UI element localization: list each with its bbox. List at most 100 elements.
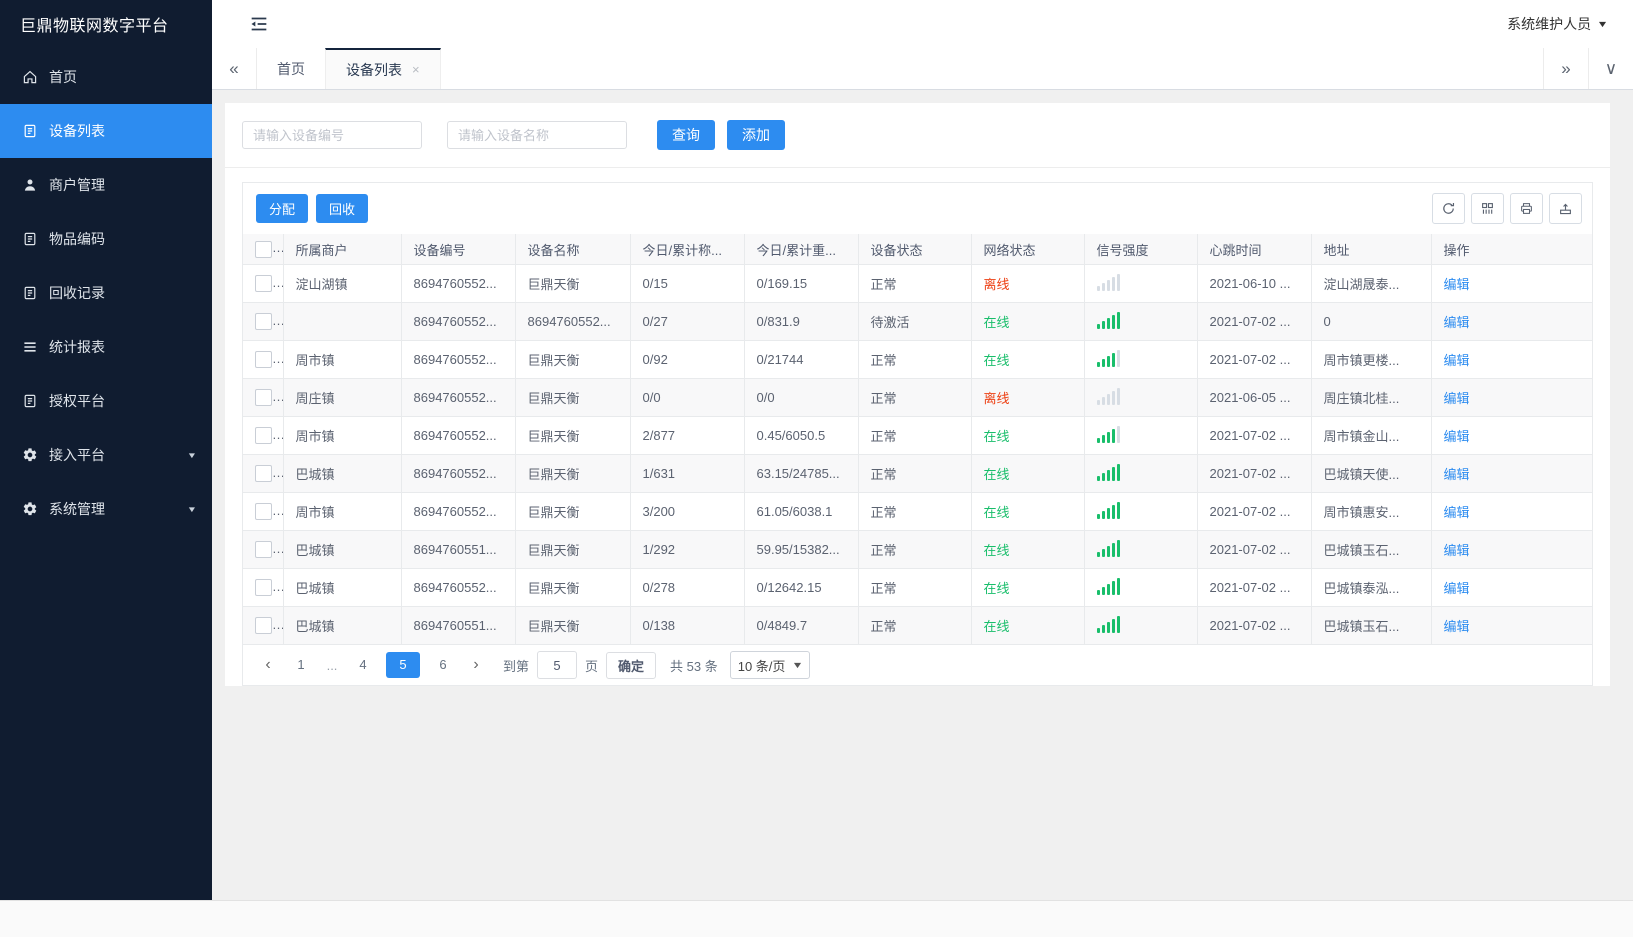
sidebar-item-1[interactable]: 首页 xyxy=(0,50,212,104)
edit-link[interactable]: 编辑 xyxy=(1444,505,1470,520)
sidebar-item-7[interactable]: 授权平台 xyxy=(0,374,212,428)
column-header-2[interactable]: 设备名称 xyxy=(515,234,631,265)
column-header-9[interactable]: 地址 xyxy=(1311,234,1432,265)
table-body: 淀山湖镇 8694760552... 巨鼎天衡 0/15 0/169.15 正常 离线 202… xyxy=(243,264,1592,645)
confirm-button[interactable]: 确定 xyxy=(606,651,657,679)
export-icon-button[interactable] xyxy=(1549,193,1582,224)
row-checkbox[interactable] xyxy=(255,351,272,369)
query-button[interactable]: 查询 xyxy=(657,120,715,150)
sidebar-item-5[interactable]: 回收记录 xyxy=(0,266,212,320)
print-icon-button[interactable] xyxy=(1510,193,1543,224)
row-checkbox[interactable] xyxy=(255,617,272,635)
sidebar-item-3[interactable]: 商户管理 xyxy=(0,158,212,212)
cell-device-name: 巨鼎天衡 xyxy=(515,340,631,379)
table-row: 8694760552... 8694760552... 0/27 0/831.9 待激活… xyxy=(243,302,1592,341)
row-checkbox[interactable] xyxy=(255,541,272,559)
row-checkbox[interactable] xyxy=(255,313,272,331)
chevron-down-icon: ▼ xyxy=(186,504,198,514)
column-header-0[interactable]: 所属商户 xyxy=(283,234,402,265)
edit-link[interactable]: 编辑 xyxy=(1444,581,1470,596)
device-no-input[interactable] xyxy=(242,121,422,149)
next-page-button[interactable]: › xyxy=(463,652,489,678)
page-button-5[interactable]: 5 xyxy=(386,652,420,678)
chevron-down-icon: ▼ xyxy=(186,450,198,460)
edit-link[interactable]: 编辑 xyxy=(1444,277,1470,292)
tabs-scroll-left-button[interactable]: « xyxy=(212,48,257,89)
cell-device-status: 正常 xyxy=(858,340,972,379)
sidebar-item-6[interactable]: 统计报表 xyxy=(0,320,212,374)
cell-device-no: 8694760552... xyxy=(401,568,516,607)
cell-heartbeat: 2021-07-02 ... xyxy=(1197,416,1312,455)
cell-today-weight: 61.05/6038.1 xyxy=(744,492,859,531)
row-checkbox[interactable] xyxy=(255,389,272,407)
tab-device-list[interactable]: 设备列表 × xyxy=(325,48,441,89)
tabs-scroll-right-button[interactable]: » xyxy=(1543,48,1588,89)
recycle-button[interactable]: 回收 xyxy=(316,194,369,223)
column-header-3[interactable]: 今日/累计称... xyxy=(630,234,745,265)
cell-address: 淀山湖晟泰... xyxy=(1311,264,1432,303)
cell-merchant: 周庄镇 xyxy=(283,378,402,417)
columns-icon-button[interactable] xyxy=(1471,193,1504,224)
cell-signal xyxy=(1084,492,1198,531)
cell-today-weight: 0/21744 xyxy=(744,340,859,379)
row-checkbox[interactable] xyxy=(255,503,272,521)
column-header-5[interactable]: 设备状态 xyxy=(858,234,972,265)
cell-device-status: 正常 xyxy=(858,416,972,455)
cell-today-count: 1/292 xyxy=(630,530,745,569)
sidebar-item-4[interactable]: 物品编码 xyxy=(0,212,212,266)
edit-link[interactable]: 编辑 xyxy=(1444,467,1470,482)
edit-link[interactable]: 编辑 xyxy=(1444,619,1470,634)
search-row: 查询 添加 xyxy=(225,103,1610,168)
row-checkbox[interactable] xyxy=(255,427,272,445)
page-button-1[interactable]: 1 xyxy=(284,652,318,678)
sidebar-item-8[interactable]: 接入平台 ▼ xyxy=(0,428,212,482)
tabs-dropdown-button[interactable]: ∨ xyxy=(1588,48,1633,89)
select-all-checkbox[interactable] xyxy=(255,240,272,258)
cell-device-no: 8694760551... xyxy=(401,606,516,645)
column-header-8[interactable]: 心跳时间 xyxy=(1197,234,1312,265)
signal-bars-icon xyxy=(1096,615,1120,633)
row-checkbox[interactable] xyxy=(255,275,272,293)
cell-merchant: 巴城镇 xyxy=(283,454,402,493)
sidebar-item-label: 回收记录 xyxy=(49,285,105,301)
page-button-6[interactable]: 6 xyxy=(426,652,460,678)
refresh-icon-button[interactable] xyxy=(1432,193,1465,224)
column-header-1[interactable]: 设备编号 xyxy=(401,234,516,265)
assign-button[interactable]: 分配 xyxy=(256,194,309,223)
cell-device-name: 巨鼎天衡 xyxy=(515,264,631,303)
sidebar-item-2[interactable]: 设备列表 xyxy=(0,104,212,158)
column-header-7[interactable]: 信号强度 xyxy=(1084,234,1198,265)
sidebar-item-9[interactable]: 系统管理 ▼ xyxy=(0,482,212,536)
cell-heartbeat: 2021-07-02 ... xyxy=(1197,340,1312,379)
goto-page-input[interactable] xyxy=(537,651,578,679)
signal-bars-icon xyxy=(1096,273,1120,291)
edit-link[interactable]: 编辑 xyxy=(1444,429,1470,444)
row-checkbox[interactable] xyxy=(255,465,272,483)
close-icon[interactable]: × xyxy=(412,63,420,76)
edit-link[interactable]: 编辑 xyxy=(1444,391,1470,406)
bottom-scrollbar-strip[interactable] xyxy=(0,900,1633,937)
table-header-row: 所属商户 设备编号 设备名称 今日/累计称... 今日/累计重... 设备状态 网络状态 信号… xyxy=(243,234,1592,265)
cell-device-name: 巨鼎天衡 xyxy=(515,492,631,531)
add-button[interactable]: 添加 xyxy=(727,120,785,150)
refresh-icon xyxy=(1441,201,1456,216)
print-icon xyxy=(1519,201,1534,216)
column-header-4[interactable]: 今日/累计重... xyxy=(744,234,859,265)
user-menu[interactable]: 系统维护人员 ▼ xyxy=(1507,14,1608,34)
cell-device-status: 正常 xyxy=(858,264,972,303)
cell-device-no: 8694760551... xyxy=(401,530,516,569)
edit-link[interactable]: 编辑 xyxy=(1444,353,1470,368)
tab-home[interactable]: 首页 xyxy=(257,48,325,89)
device-name-input[interactable] xyxy=(447,121,627,149)
page-size-select[interactable]: 10 条/页 ▼ xyxy=(729,651,811,679)
menu-fold-icon[interactable] xyxy=(248,13,270,35)
edit-link[interactable]: 编辑 xyxy=(1444,315,1470,330)
column-header-6[interactable]: 网络状态 xyxy=(971,234,1085,265)
page-buttons: 1... 4 5 6 xyxy=(281,652,463,678)
column-header-10[interactable]: 操作 xyxy=(1431,234,1592,265)
prev-page-button[interactable]: ‹ xyxy=(255,652,281,678)
edit-link[interactable]: 编辑 xyxy=(1444,543,1470,558)
cell-device-name: 巨鼎天衡 xyxy=(515,416,631,455)
page-button-4[interactable]: 4 xyxy=(346,652,380,678)
row-checkbox[interactable] xyxy=(255,579,272,597)
